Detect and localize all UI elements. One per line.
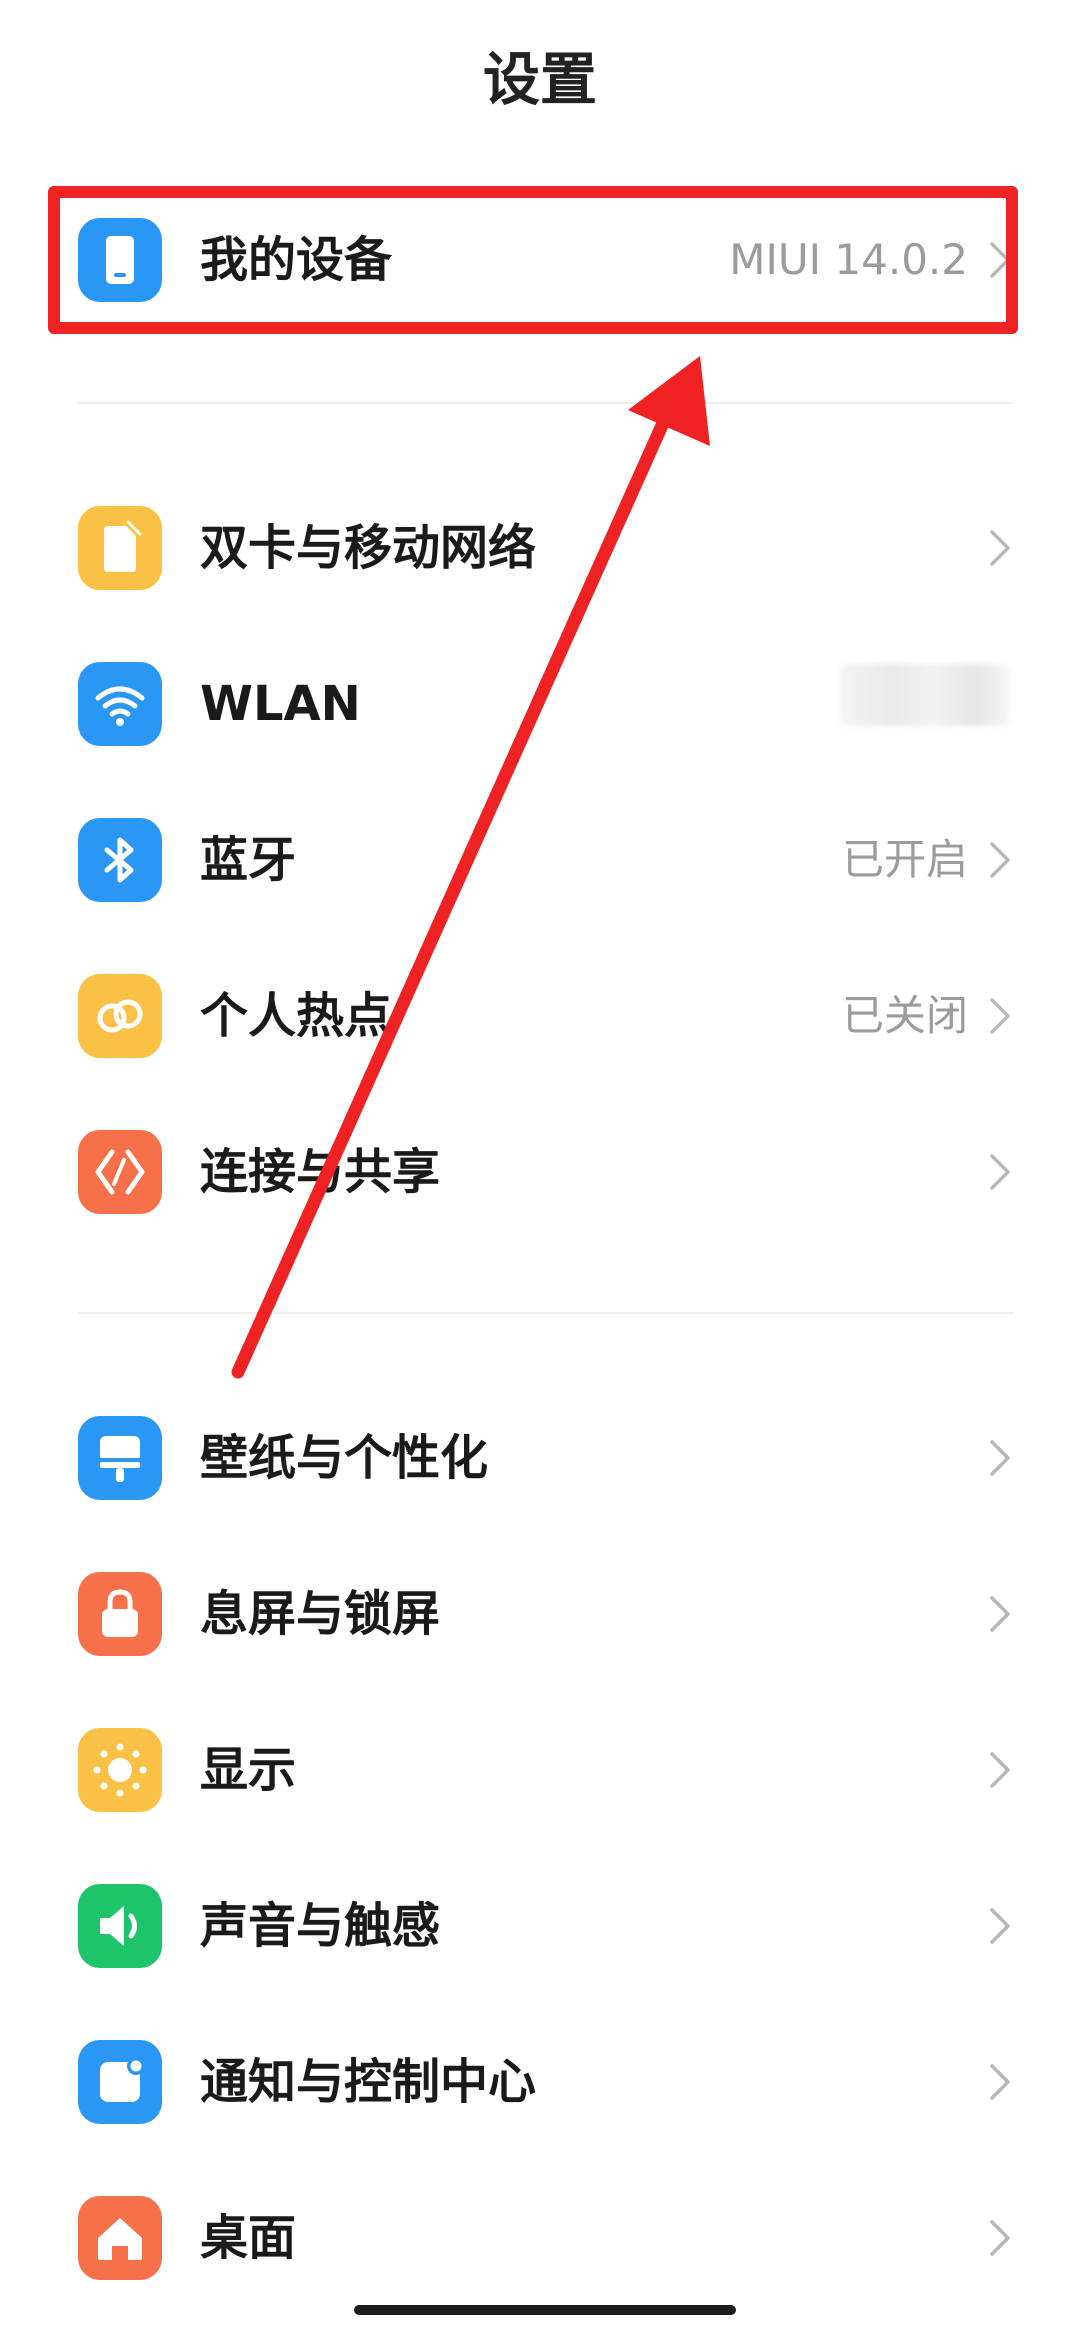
row-label: 个人热点 (200, 988, 393, 1044)
row-wallpaper-personalization[interactable]: 壁纸与个性化 (0, 1380, 1080, 1536)
wallpaper-brush-icon (78, 1416, 162, 1500)
phone-icon (78, 218, 162, 302)
row-label: 双卡与移动网络 (200, 520, 537, 576)
notification-icon (78, 2040, 162, 2124)
chevron-right-icon (978, 238, 1022, 282)
row-notification-control-center[interactable]: 通知与控制中心 (0, 2004, 1080, 2160)
bluetooth-icon (78, 818, 162, 902)
row-my-device[interactable]: 我的设备 MIUI 14.0.2 (0, 182, 1080, 338)
speaker-icon (78, 1884, 162, 1968)
hotspot-icon (78, 974, 162, 1058)
home-indicator[interactable] (354, 2305, 736, 2315)
redacted-network-name (840, 664, 1010, 726)
chevron-right-icon (978, 838, 1022, 882)
row-value: MIUI 14.0.2 (729, 235, 968, 284)
lock-icon (78, 1572, 162, 1656)
chevron-right-icon (978, 994, 1022, 1038)
chevron-right-icon (978, 1150, 1022, 1194)
row-value: 已开启 (841, 835, 968, 884)
row-label: 壁纸与个性化 (200, 1430, 489, 1486)
sun-icon (78, 1728, 162, 1812)
chevron-right-icon (978, 1592, 1022, 1636)
row-label: 显示 (200, 1742, 297, 1798)
row-value: 已关闭 (841, 991, 968, 1040)
row-label: 通知与控制中心 (200, 2054, 537, 2110)
row-home-screen[interactable]: 桌面 (0, 2160, 1080, 2316)
chevron-right-icon (978, 526, 1022, 570)
connection-share-icon (78, 1130, 162, 1214)
chevron-right-icon (978, 2216, 1022, 2260)
row-label: 我的设备 (200, 232, 393, 288)
divider (78, 1312, 1013, 1314)
wifi-icon (78, 662, 162, 746)
row-connection-sharing[interactable]: 连接与共享 (0, 1094, 1080, 1250)
chevron-right-icon (978, 1436, 1022, 1480)
row-label: 息屏与锁屏 (200, 1586, 441, 1642)
chevron-right-icon (978, 1748, 1022, 1792)
row-label: WLAN (200, 676, 361, 732)
row-display[interactable]: 显示 (0, 1692, 1080, 1848)
row-label: 声音与触感 (200, 1898, 441, 1954)
row-sim-mobile-network[interactable]: 双卡与移动网络 (0, 470, 1080, 626)
sim-card-icon (78, 506, 162, 590)
divider (78, 402, 1013, 404)
row-bluetooth[interactable]: 蓝牙 已开启 (0, 782, 1080, 938)
row-personal-hotspot[interactable]: 个人热点 已关闭 (0, 938, 1080, 1094)
row-sound-haptics[interactable]: 声音与触感 (0, 1848, 1080, 2004)
chevron-right-icon (978, 2060, 1022, 2104)
chevron-right-icon (978, 1904, 1022, 1948)
row-label: 蓝牙 (200, 832, 297, 888)
row-label: 连接与共享 (200, 1144, 441, 1200)
row-label: 桌面 (200, 2210, 297, 2266)
page-title: 设置 (483, 47, 597, 113)
row-screen-off-lock[interactable]: 息屏与锁屏 (0, 1536, 1080, 1692)
home-icon (78, 2196, 162, 2280)
